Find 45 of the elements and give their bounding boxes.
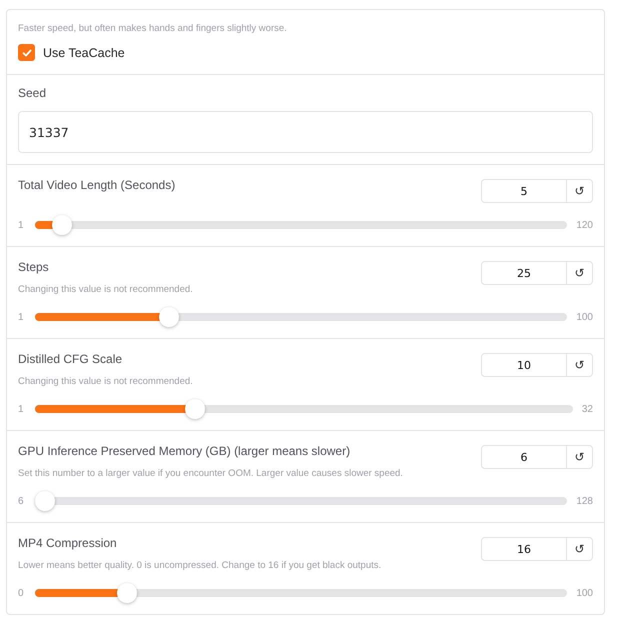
max-label: 128 <box>576 496 593 506</box>
number-input[interactable]: 16 <box>481 537 567 561</box>
slider[interactable] <box>35 583 568 603</box>
slider-thumb[interactable] <box>158 307 179 327</box>
reset-button[interactable]: ↺ <box>567 537 593 561</box>
checkbox[interactable] <box>18 44 35 61</box>
max-label: 120 <box>576 220 593 230</box>
slider[interactable] <box>35 491 568 511</box>
info-text: Faster speed, but often makes hands and fingers slightly worse. <box>18 23 288 34</box>
reset-button[interactable]: ↺ <box>567 353 593 377</box>
number-input[interactable]: 5 <box>481 179 567 203</box>
slider-thumb[interactable] <box>35 491 55 511</box>
slider-thumb[interactable] <box>185 399 206 419</box>
slider[interactable] <box>35 215 568 235</box>
slider-label: Steps <box>18 260 50 274</box>
slider-thumb[interactable] <box>52 215 72 235</box>
slider-label: MP4 Compression <box>18 536 118 550</box>
min-label: 1 <box>18 404 25 414</box>
info-text: Changing this value is not recommended. <box>18 376 193 387</box>
reset-button[interactable]: ↺ <box>567 179 593 203</box>
checkbox-label[interactable]: Use TeaCache <box>43 46 125 60</box>
max-label: 100 <box>576 312 593 322</box>
min-label: 6 <box>18 496 25 506</box>
number-input[interactable]: 25 <box>481 261 567 285</box>
number-input[interactable]: 6 <box>481 445 567 469</box>
slider-label: Total Video Length (Seconds) <box>18 178 176 192</box>
check-icon <box>20 46 32 58</box>
slider[interactable] <box>35 399 573 419</box>
min-label: 1 <box>18 220 25 230</box>
slider[interactable] <box>35 307 568 327</box>
reset-button[interactable]: ↺ <box>567 445 593 469</box>
max-label: 100 <box>576 588 593 598</box>
slider-thumb[interactable] <box>116 583 137 603</box>
field-label: Seed <box>18 86 48 100</box>
seed-input[interactable]: 31337 <box>18 111 593 153</box>
number-input[interactable]: 10 <box>481 353 567 377</box>
min-label: 0 <box>18 588 25 598</box>
slider-label: Distilled CFG Scale <box>18 352 124 366</box>
max-label: 32 <box>582 404 593 414</box>
info-text: Lower means better quality. 0 is uncompressed. Change to 16 if you get black outputs. <box>18 560 382 571</box>
min-label: 1 <box>18 312 25 322</box>
info-text: Changing this value is not recommended. <box>18 284 193 295</box>
info-text: Set this number to a larger value if you encounter OOM. Larger value causes slower speed. <box>18 468 403 479</box>
reset-button[interactable]: ↺ <box>567 261 593 285</box>
slider-label: GPU Inference Preserved Memory (GB) (larger means slower) <box>18 444 352 458</box>
